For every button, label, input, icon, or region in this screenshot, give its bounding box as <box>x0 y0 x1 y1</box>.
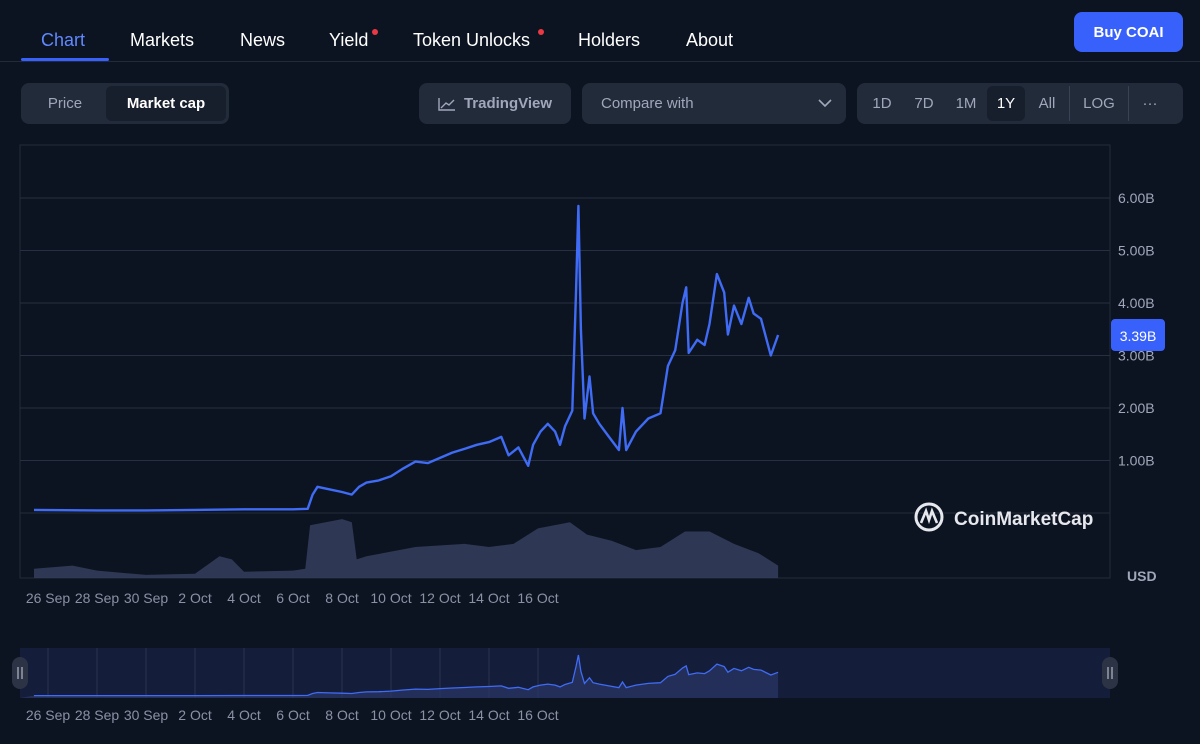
buy-coai-button[interactable]: Buy COAI <box>1074 12 1183 52</box>
range-1y[interactable]: 1Y <box>987 86 1025 121</box>
range-1m[interactable]: 1M <box>945 86 987 121</box>
handle-body <box>12 657 28 689</box>
watermark-text: CoinMarketCap <box>954 509 1093 530</box>
x-tick-label: 16 Oct <box>517 590 558 606</box>
current-value-badge <box>1111 319 1165 352</box>
chevron-down-icon <box>818 99 832 108</box>
tab-yield[interactable]: Yield <box>329 30 368 51</box>
price-option[interactable]: Price <box>24 86 106 121</box>
x-tick-label: 8 Oct <box>325 707 359 723</box>
tab-token-unlocks[interactable]: Token Unlocks <box>413 30 530 51</box>
more-options-button[interactable]: ··· <box>1129 86 1171 121</box>
x-tick-label: 26 Sep <box>26 590 71 606</box>
volume-area <box>34 519 779 578</box>
x-tick-label: 30 Sep <box>124 707 169 723</box>
x-tick-label: 2 Oct <box>178 590 212 606</box>
y-tick-label: 2.00B <box>1118 400 1155 416</box>
price-marketcap-toggle: Price Market cap <box>21 83 229 124</box>
compare-with-select[interactable]: Compare with <box>582 83 846 124</box>
range-1d[interactable]: 1D <box>861 86 903 121</box>
y-tick-label: 4.00B <box>1118 295 1155 311</box>
tradingview-label: TradingView <box>463 95 553 112</box>
y-tick-label: 6.00B <box>1118 190 1155 206</box>
x-tick-label: 12 Oct <box>419 590 460 606</box>
log-toggle[interactable]: LOG <box>1070 86 1128 121</box>
market-cap-line <box>33 204 780 512</box>
range-all[interactable]: All <box>1025 86 1069 121</box>
x-tick-label: 10 Oct <box>370 707 411 723</box>
navigator-area <box>20 655 779 698</box>
x-tick-label: 28 Sep <box>75 590 120 606</box>
currency-label: USD <box>1127 568 1157 584</box>
x-tick-label: 6 Oct <box>276 707 310 723</box>
x-tick-label: 8 Oct <box>325 590 359 606</box>
x-tick-label: 2 Oct <box>178 707 212 723</box>
x-tick-label: 16 Oct <box>517 707 558 723</box>
x-tick-label: 14 Oct <box>468 707 509 723</box>
x-tick-label: 26 Sep <box>26 707 71 723</box>
tab-news[interactable]: News <box>240 30 285 51</box>
current-value-label: 3.39B <box>1120 328 1157 344</box>
x-tick-label: 10 Oct <box>370 590 411 606</box>
x-tick-label: 12 Oct <box>419 707 460 723</box>
y-tick-label: 3.00B <box>1118 348 1155 364</box>
tab-chart[interactable]: Chart <box>41 30 85 51</box>
notification-dot <box>538 29 544 35</box>
tradingview-button[interactable]: TradingView <box>419 83 571 124</box>
navigator-window <box>20 648 1110 698</box>
x-tick-label: 6 Oct <box>276 590 310 606</box>
handle-body <box>1102 657 1118 689</box>
tab-holders[interactable]: Holders <box>578 30 640 51</box>
market-cap-option[interactable]: Market cap <box>106 86 226 121</box>
navigator-handle-right[interactable] <box>1102 657 1118 689</box>
y-tick-label: 1.00B <box>1118 453 1155 469</box>
x-tick-label: 14 Oct <box>468 590 509 606</box>
x-tick-label: 4 Oct <box>227 707 261 723</box>
navigator-line <box>34 654 779 697</box>
tab-markets[interactable]: Markets <box>130 30 194 51</box>
compare-placeholder: Compare with <box>601 95 694 112</box>
active-tab-indicator <box>21 58 109 61</box>
line-chart-icon <box>438 97 455 111</box>
range-7d[interactable]: 7D <box>903 86 945 121</box>
x-tick-label: 30 Sep <box>124 590 169 606</box>
coinmarketcap-watermark: CoinMarketCap <box>914 502 1093 532</box>
range-selector: 1D 7D 1M 1Y All LOG ··· <box>857 83 1183 124</box>
tab-about[interactable]: About <box>686 30 733 51</box>
navigator-handle-left[interactable] <box>12 657 28 689</box>
tab-bar: Chart Markets News Yield Token Unlocks H… <box>0 0 1200 62</box>
y-tick-label: 5.00B <box>1118 243 1155 259</box>
notification-dot <box>372 29 378 35</box>
x-tick-label: 28 Sep <box>75 707 120 723</box>
x-tick-label: 4 Oct <box>227 590 261 606</box>
plot-frame <box>19 144 1111 579</box>
